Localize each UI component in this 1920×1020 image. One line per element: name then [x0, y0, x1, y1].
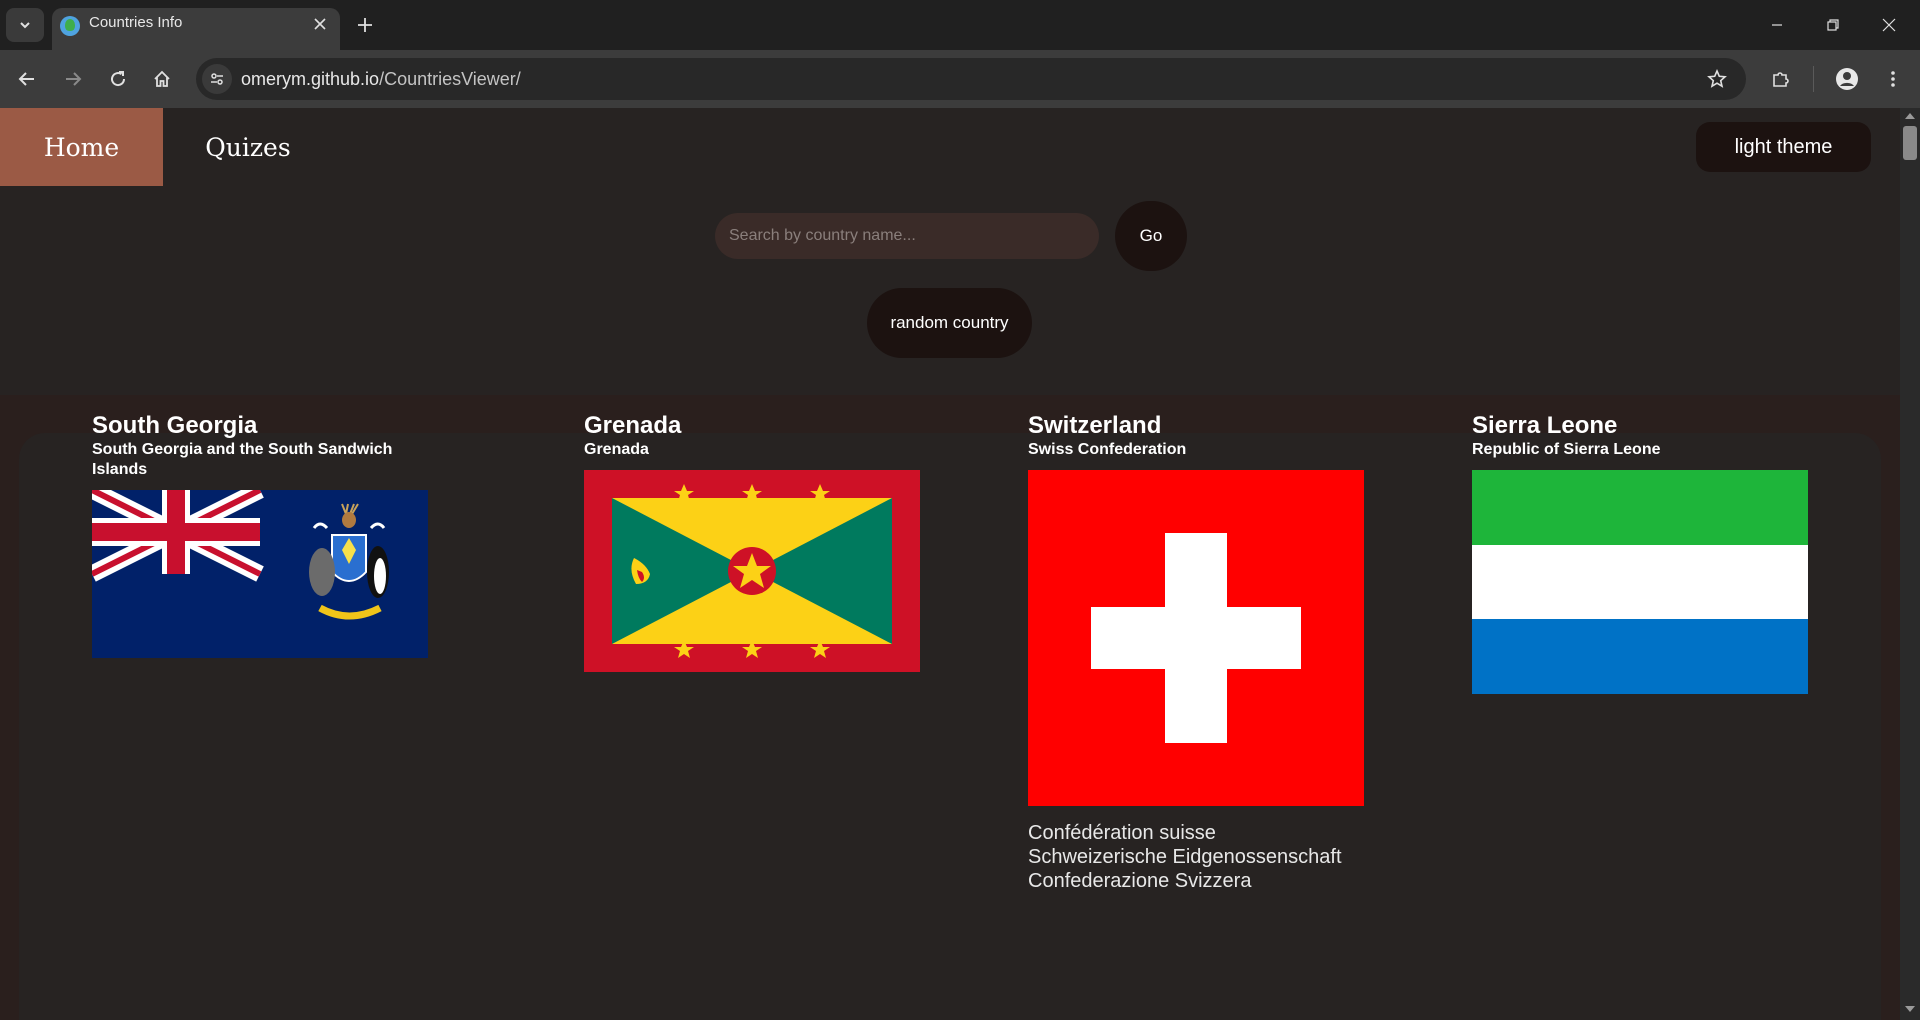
profile-button[interactable] — [1830, 62, 1864, 96]
menu-button[interactable] — [1876, 62, 1910, 96]
home-icon — [154, 70, 170, 87]
country-official-name: Swiss Confederation — [1028, 441, 1187, 458]
forward-button[interactable] — [56, 62, 90, 96]
native-names: Confédération suisse Schweizerische Eidg… — [1028, 821, 1364, 893]
switzerland-flag — [1028, 470, 1364, 806]
native-name-italian: Confederazione Svizzera — [1028, 870, 1252, 892]
light-theme-button[interactable]: light theme — [1696, 122, 1871, 172]
country-name: Switzerland — [1028, 412, 1162, 439]
country-name: South Georgia — [92, 412, 258, 439]
country-search-input[interactable] — [715, 213, 1099, 259]
url-text: omerym.github.io/CountriesViewer/ — [241, 69, 521, 90]
star-icon — [1707, 69, 1727, 88]
toolbar-divider — [1813, 66, 1814, 92]
random-country-button[interactable]: random country — [867, 288, 1032, 358]
new-tab-button[interactable] — [350, 10, 380, 40]
globe-favicon-icon — [60, 16, 80, 36]
page-scrollbar[interactable] — [1900, 108, 1920, 1020]
nav-quizes-link[interactable]: Quizes — [163, 108, 333, 186]
puzzle-icon — [1773, 72, 1789, 87]
chevron-down-icon — [20, 22, 30, 29]
grenada-flag — [584, 470, 920, 672]
site-navbar: Home Quizes light theme — [0, 108, 1900, 186]
close-icon — [1882, 18, 1896, 32]
native-name-french: Confédération suisse — [1028, 822, 1216, 844]
minimize-icon — [1772, 24, 1782, 26]
minimize-button[interactable] — [1749, 0, 1805, 50]
scrollbar-thumb[interactable] — [1903, 126, 1917, 160]
country-card-south-georgia[interactable]: South Georgia South Georgia and the Sout… — [92, 412, 428, 673]
country-name: Grenada — [584, 412, 682, 439]
url-domain: omerym.github.io — [241, 69, 380, 89]
tab-search-button[interactable] — [6, 8, 44, 42]
plus-icon — [358, 18, 372, 32]
close-icon — [314, 18, 326, 30]
close-tab-button[interactable] — [308, 12, 332, 36]
arrow-left-icon — [18, 72, 34, 86]
country-official-name: South Georgia and the South Sandwich Isl… — [92, 441, 393, 478]
country-official-name: Grenada — [584, 441, 649, 458]
nav-home-link[interactable]: Home — [0, 108, 163, 186]
bookmark-button[interactable] — [1700, 62, 1734, 96]
country-card-switzerland[interactable]: Switzerland Swiss Confederation Confédér… — [1028, 412, 1364, 893]
country-card-sierra-leone[interactable]: Sierra Leone Republic of Sierra Leone — [1472, 412, 1808, 709]
extensions-button[interactable] — [1764, 62, 1798, 96]
back-button[interactable] — [10, 62, 44, 96]
country-official-name: Republic of Sierra Leone — [1472, 441, 1661, 458]
arrow-right-icon — [66, 72, 82, 86]
south-georgia-flag — [92, 490, 428, 658]
url-path: /CountriesViewer/ — [379, 69, 521, 89]
profile-icon — [1836, 68, 1858, 90]
tune-icon — [211, 73, 223, 85]
restore-icon — [1827, 19, 1839, 31]
country-card-grenada[interactable]: Grenada Grenada — [584, 412, 920, 687]
home-button[interactable] — [145, 62, 179, 96]
sierra-leone-flag — [1472, 470, 1808, 694]
go-button[interactable]: Go — [1115, 201, 1187, 271]
restore-button[interactable] — [1805, 0, 1861, 50]
scroll-down-arrow-icon[interactable] — [1905, 1006, 1915, 1012]
close-window-button[interactable] — [1861, 0, 1917, 50]
country-name: Sierra Leone — [1472, 412, 1618, 439]
more-vertical-icon — [1891, 71, 1895, 87]
tab-title: Countries Info — [89, 14, 183, 31]
site-info-button[interactable] — [202, 64, 232, 94]
reload-icon — [111, 71, 126, 87]
reload-button[interactable] — [101, 62, 135, 96]
native-name-german: Schweizerische Eidgenossenschaft — [1028, 846, 1342, 868]
scroll-up-arrow-icon[interactable] — [1905, 113, 1915, 119]
